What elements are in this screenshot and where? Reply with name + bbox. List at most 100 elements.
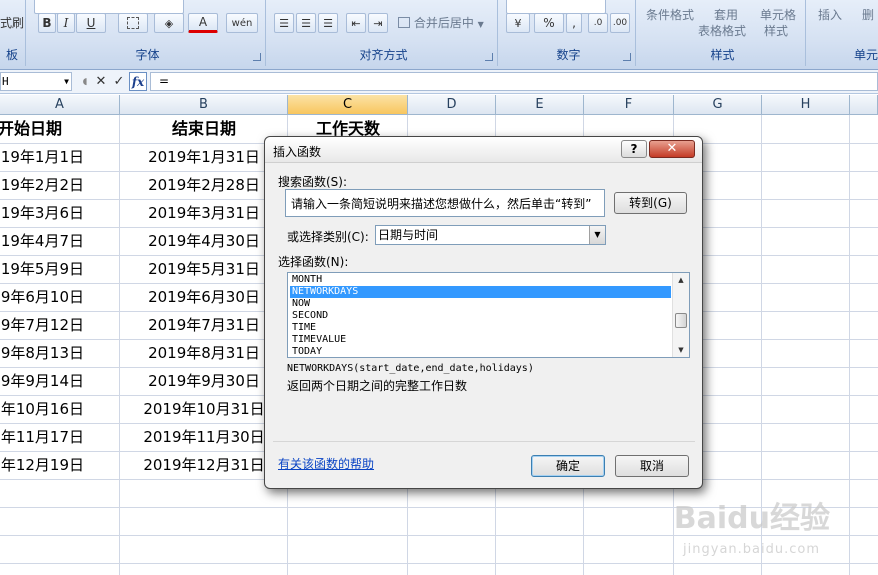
cell-end-date[interactable]: 2019年7月31日 [120, 311, 288, 339]
increase-indent-button[interactable]: ⇥ [368, 13, 388, 33]
cell-start-date[interactable]: 2019年2月2日 [0, 171, 120, 199]
comma-button[interactable]: , [566, 13, 582, 33]
function-list-item[interactable]: SECOND [290, 310, 671, 322]
table-format-button-line1[interactable]: 套用 [714, 6, 738, 23]
function-list[interactable]: MONTH NETWORKDAYS NOW SECOND TIME TIMEVALUE TO… [287, 272, 690, 358]
alignment-dialog-launcher-icon[interactable] [485, 53, 493, 61]
number-dialog-launcher-icon[interactable] [623, 53, 631, 61]
font-color-button[interactable]: A [188, 13, 218, 33]
function-list-item[interactable]: TIME [290, 322, 671, 334]
function-list-item[interactable]: MONTH [290, 274, 671, 286]
name-box[interactable]: H ▼ [0, 72, 72, 91]
help-button[interactable]: ? [621, 140, 647, 158]
cell-end-date[interactable]: 2019年9月30日 [120, 367, 288, 395]
alignment-group: ☰ ☰ ☰ ⇤ ⇥ 合并后居中 ▼ 对齐方式 [270, 0, 498, 66]
cell-end-date[interactable]: 2019年2月28日 [120, 171, 288, 199]
conditional-format-button[interactable]: 条件格式 [646, 6, 694, 23]
function-list-item[interactable]: NOW [290, 298, 671, 310]
chevron-down-icon[interactable]: ▼ [589, 226, 605, 244]
cell-start-date[interactable]: 2019年5月9日 [0, 255, 120, 283]
formula-input[interactable]: = [150, 72, 878, 91]
decrease-decimal-button[interactable]: .00 [610, 13, 630, 33]
close-button[interactable]: ✕ [649, 140, 695, 158]
cell-end-date[interactable]: 2019年8月31日 [120, 339, 288, 367]
go-button[interactable]: 转到(G) [614, 192, 687, 214]
column-header-partial[interactable] [850, 95, 878, 115]
cell-start-date[interactable]: 2019年9月14日 [0, 367, 120, 395]
cell-header-start-date[interactable]: 开始日期 [0, 115, 120, 143]
cell-start-date[interactable]: 2019年11月17日 [0, 423, 120, 451]
cell-start-date[interactable]: 2019年7月12日 [0, 311, 120, 339]
cell-end-date[interactable]: 2019年6月30日 [120, 283, 288, 311]
merge-center-button[interactable]: 合并后居中 ▼ [398, 14, 484, 31]
underline-button[interactable]: U [76, 13, 106, 33]
ok-button[interactable]: 确定 [531, 455, 605, 477]
accounting-format-button[interactable]: ¥ [506, 13, 530, 33]
cell-start-date[interactable]: 2019年4月7日 [0, 227, 120, 255]
percent-button[interactable]: % [534, 13, 564, 33]
cell-end-date[interactable]: 2019年11月30日 [120, 423, 288, 451]
watermark-logo: Baidu经验 [673, 501, 830, 536]
align-center-button[interactable]: ☰ [296, 13, 316, 33]
cell-start-date[interactable]: 2019年3月6日 [0, 199, 120, 227]
cell-start-date[interactable]: 2019年10月16日 [0, 395, 120, 423]
cancel-formula-icon[interactable]: ✕ [92, 72, 110, 91]
function-list-item[interactable]: NETWORKDAYS [290, 286, 671, 298]
cell-header-end-date[interactable]: 结束日期 [120, 115, 288, 143]
cell-end-date[interactable]: 2019年4月30日 [120, 227, 288, 255]
cell-start-date[interactable]: 2019年12月19日 [0, 451, 120, 479]
chevron-down-icon[interactable]: ▼ [64, 73, 69, 90]
format-painter-label[interactable]: 式刷 [0, 14, 24, 31]
insert-function-icon[interactable]: fx [129, 72, 147, 91]
cell-end-date[interactable]: 2019年12月31日 [120, 451, 288, 479]
font-dialog-launcher-icon[interactable] [253, 53, 261, 61]
function-help-link[interactable]: 有关该函数的帮助 [278, 455, 374, 472]
column-header-d[interactable]: D [408, 95, 496, 115]
column-header-h[interactable]: H [762, 95, 850, 115]
function-list-scrollbar[interactable]: ▲ ▼ [672, 273, 689, 357]
table-format-button-line2[interactable]: 表格格式 [698, 22, 746, 39]
increase-decimal-icon: .0 [593, 18, 603, 28]
font-name-box[interactable] [34, 0, 184, 14]
align-right-button[interactable]: ☰ [318, 13, 338, 33]
enter-formula-icon[interactable]: ✓ [110, 72, 128, 91]
dialog-title-bar[interactable]: 插入函数 ? ✕ [265, 137, 702, 163]
italic-button[interactable]: I [57, 13, 75, 33]
cancel-button[interactable]: 取消 [615, 455, 689, 477]
cell-start-date[interactable]: 2019年1月1日 [0, 143, 120, 171]
function-list-item[interactable]: TODAY [290, 346, 671, 357]
cell-end-date[interactable]: 2019年1月31日 [120, 143, 288, 171]
column-header-f[interactable]: F [584, 95, 674, 115]
phonetic-label: wén [231, 17, 253, 29]
cell-start-date-text: 2019年7月12日 [0, 316, 84, 334]
function-list-item[interactable]: TIMEVALUE [290, 334, 671, 346]
cell-style-button-line1[interactable]: 单元格 [760, 6, 796, 23]
cell-start-date-text: 2019年10月16日 [0, 400, 84, 418]
column-header-b[interactable]: B [120, 95, 288, 115]
cell-start-date[interactable]: 2019年6月10日 [0, 283, 120, 311]
fill-color-button[interactable]: ◈ [154, 13, 184, 33]
increase-decimal-button[interactable]: .0 [588, 13, 608, 33]
decrease-indent-button[interactable]: ⇤ [346, 13, 366, 33]
bold-button[interactable]: B [38, 13, 56, 33]
delete-button[interactable]: 删 [862, 6, 874, 23]
scroll-down-icon[interactable]: ▼ [673, 343, 689, 357]
align-left-button[interactable]: ☰ [274, 13, 294, 33]
search-input[interactable]: 请输入一条简短说明来描述您想做什么，然后单击“转到” [285, 189, 605, 217]
borders-button[interactable] [118, 13, 148, 33]
cell-end-date[interactable]: 2019年3月31日 [120, 199, 288, 227]
column-header-c[interactable]: C [288, 95, 408, 115]
phonetic-button[interactable]: wén [226, 13, 258, 33]
category-select[interactable]: 日期与时间 ▼ [375, 225, 606, 245]
insert-button[interactable]: 插入 [818, 6, 842, 23]
scroll-up-icon[interactable]: ▲ [673, 273, 689, 287]
cell-end-date[interactable]: 2019年10月31日 [120, 395, 288, 423]
scroll-thumb[interactable] [675, 313, 687, 328]
cell-style-button-line2[interactable]: 样式 [764, 22, 788, 39]
cell-start-date[interactable]: 2019年8月13日 [0, 339, 120, 367]
column-header-a[interactable]: A [0, 95, 120, 115]
cell-end-date[interactable]: 2019年5月31日 [120, 255, 288, 283]
number-format-dropdown[interactable] [506, 0, 606, 14]
column-header-e[interactable]: E [496, 95, 584, 115]
column-header-g[interactable]: G [674, 95, 762, 115]
